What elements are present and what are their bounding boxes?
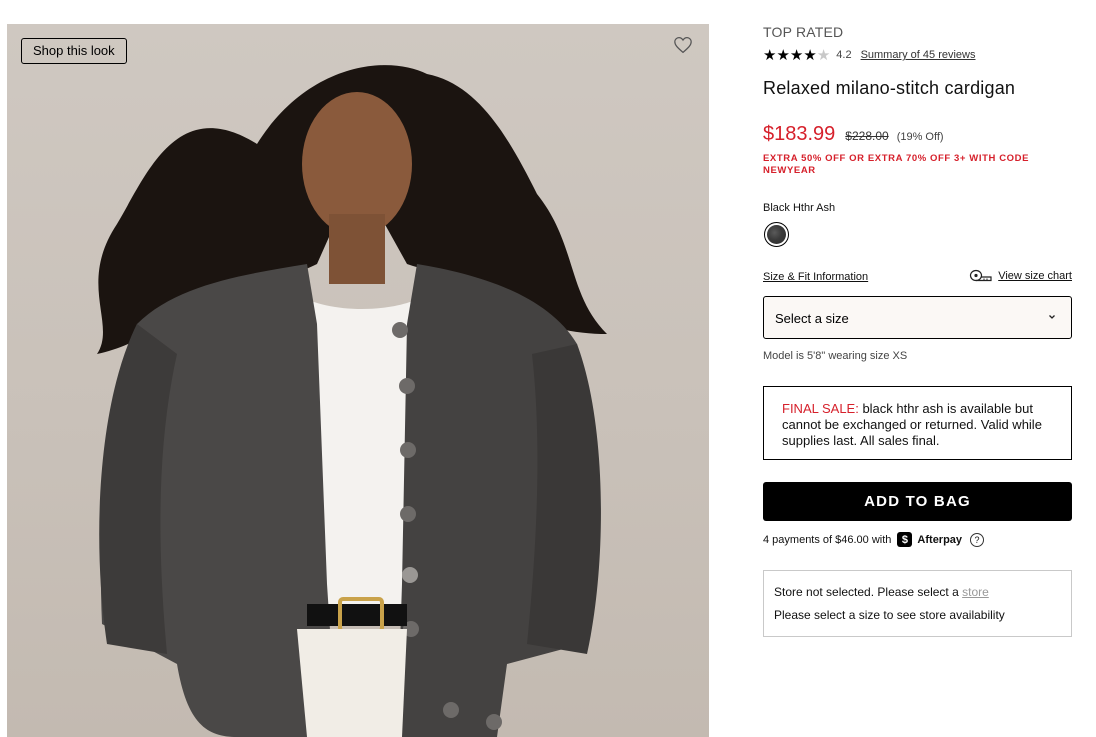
final-sale-notice: FINAL SALE: black hthr ash is available … (763, 386, 1072, 460)
swatch-fill (767, 225, 786, 244)
original-price: $228.00 (845, 129, 889, 143)
promo-message: EXTRA 50% OFF OR EXTRA 70% OFF 3+ WITH C… (763, 153, 1030, 176)
view-size-chart-label: View size chart (998, 269, 1072, 282)
star-empty-icon: ★ (816, 46, 831, 64)
store-not-selected-text: Store not selected. Please select a (774, 585, 963, 599)
star-icon: ★ (776, 46, 790, 64)
star-icon: ★ (789, 46, 804, 64)
sale-price: $183.99 (763, 123, 836, 145)
help-icon[interactable]: ? (970, 532, 985, 547)
view-size-chart-link[interactable]: View size chart (969, 269, 1072, 282)
model-size-note: Model is 5'8" wearing size XS (763, 350, 908, 362)
afterpay-name: Afterpay (917, 533, 963, 546)
afterpay-logo-icon: $ (897, 532, 913, 547)
star-icon: ★ (763, 46, 777, 64)
add-to-bag-button[interactable]: ADD TO BAG (763, 482, 1072, 521)
size-select-dropdown[interactable]: Select a size (763, 296, 1072, 339)
star-rating: ★ ★ ★ ★ ★ (763, 48, 830, 63)
chevron-down-icon (1049, 315, 1055, 319)
star-icon: ★ (803, 46, 817, 64)
color-swatch-black-hthr-ash[interactable] (764, 222, 789, 247)
rating-value: 4.2 (836, 49, 852, 61)
reviews-summary-link[interactable]: Summary of 45 reviews (861, 49, 976, 61)
heart-outline-icon[interactable] (673, 36, 693, 54)
discount-percent: (19% Off) (896, 131, 944, 143)
select-store-link[interactable]: store (962, 585, 989, 599)
store-status-line: Store not selected. Please select a stor… (774, 585, 1061, 599)
top-rated-badge: TOP RATED (763, 24, 844, 40)
store-availability-box: Store not selected. Please select a stor… (763, 570, 1072, 637)
size-select-placeholder: Select a size (775, 311, 849, 326)
measuring-tape-icon (970, 269, 992, 282)
store-size-hint: Please select a size to see store availa… (774, 608, 1005, 622)
price-row: $183.99 $228.00 (19% Off) (763, 123, 944, 146)
product-photo (97, 65, 607, 737)
installments-text: 4 payments of $46.00 with (763, 533, 892, 546)
size-fit-info-link[interactable]: Size & Fit Information (763, 271, 868, 283)
selected-color-label: Black Hthr Ash (763, 202, 836, 214)
afterpay-installments: 4 payments of $46.00 with $ Afterpay ? (763, 532, 985, 547)
product-image-container: Shop this look (7, 24, 709, 737)
product-title: Relaxed milano-stitch cardigan (763, 78, 1016, 98)
shop-this-look-button[interactable]: Shop this look (21, 38, 127, 64)
final-sale-label: FINAL SALE: (782, 401, 859, 416)
rating-row: ★ ★ ★ ★ ★ 4.2 Summary of 45 reviews (763, 47, 976, 63)
